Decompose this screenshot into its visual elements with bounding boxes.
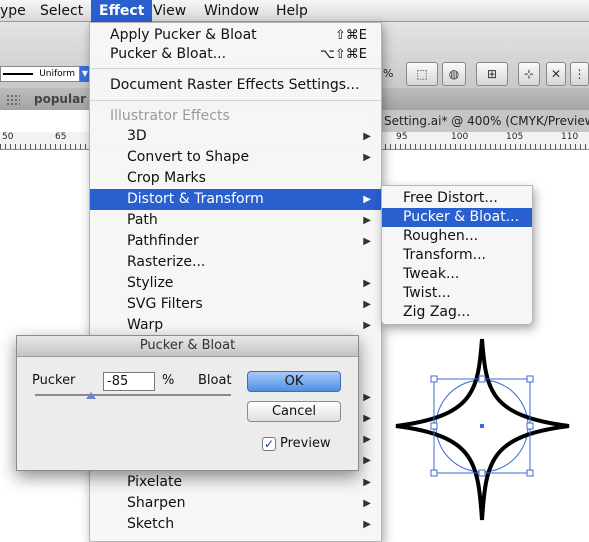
preview-checkbox[interactable]: ✓ bbox=[262, 437, 276, 451]
submenu-arrow-icon: ▶ bbox=[363, 299, 371, 310]
menu-help[interactable]: Help bbox=[268, 0, 316, 22]
select-similar-icon[interactable]: ⬚ bbox=[406, 62, 438, 86]
isolate-icon[interactable]: ✕ bbox=[546, 62, 566, 86]
submenu-arrow-icon: ▶ bbox=[363, 392, 371, 403]
submenu-item-pucker-bloat[interactable]: Pucker & Bloat... bbox=[382, 208, 532, 227]
dialog-title[interactable]: Pucker & Bloat bbox=[17, 336, 358, 357]
submenu-arrow-icon: ▶ bbox=[363, 215, 371, 226]
pucker-label: Pucker bbox=[32, 373, 76, 388]
recolor-artwork-icon[interactable]: ◍ bbox=[442, 62, 466, 86]
ruler-number: 110 bbox=[561, 132, 579, 142]
shortcut-label: ⇧⌘E bbox=[334, 28, 367, 43]
submenu-arrow-icon: ▶ bbox=[363, 455, 371, 466]
menu-view[interactable]: View bbox=[145, 0, 194, 22]
transform-icon[interactable]: ⊹ bbox=[518, 62, 540, 86]
ruler-number: 95 bbox=[396, 132, 408, 142]
handle[interactable] bbox=[478, 469, 486, 477]
handle[interactable] bbox=[478, 375, 486, 383]
stroke-profile-field[interactable]: Uniform bbox=[0, 66, 80, 82]
ruler-number: 100 bbox=[451, 132, 469, 142]
pucker-bloat-dialog: Pucker & Bloat Pucker -85 % Bloat OK Can… bbox=[16, 335, 359, 471]
pucker-bloat-slider[interactable] bbox=[35, 394, 231, 396]
menu-item-svg-filters[interactable]: SVG Filters ▶ bbox=[90, 294, 381, 315]
stroke-profile-label: Uniform bbox=[39, 69, 75, 79]
grid-options-icon[interactable]: ⋮ bbox=[570, 62, 589, 86]
opacity-percent-label: % bbox=[383, 67, 394, 80]
submenu-item-transform[interactable]: Transform... bbox=[382, 246, 532, 265]
menu-item-stylize[interactable]: Stylize ▶ bbox=[90, 273, 381, 294]
submenu-arrow-icon: ▶ bbox=[363, 236, 371, 247]
menu-item-pucker-bloat-last[interactable]: Pucker & Bloat... ⌥⇧⌘E bbox=[90, 44, 381, 65]
menu-item-crop-marks[interactable]: Crop Marks bbox=[90, 168, 381, 189]
handle[interactable] bbox=[430, 469, 438, 477]
menu-item-sharpen[interactable]: Sharpen ▶ bbox=[90, 493, 381, 514]
menu-item-convert-to-shape[interactable]: Convert to Shape ▶ bbox=[90, 147, 381, 168]
menu-item-pathfinder[interactable]: Pathfinder ▶ bbox=[90, 231, 381, 252]
menu-item-warp[interactable]: Warp ▶ bbox=[90, 315, 381, 336]
document-tab[interactable]: Setting.ai* @ 400% (CMYK/Preview) bbox=[370, 110, 589, 132]
submenu-arrow-icon: ▶ bbox=[363, 477, 371, 488]
menu-window[interactable]: Window bbox=[196, 0, 267, 22]
shortcut-label: ⌥⇧⌘E bbox=[319, 47, 367, 62]
menu-select[interactable]: Select bbox=[32, 0, 91, 22]
submenu-arrow-icon: ▶ bbox=[363, 278, 371, 289]
distort-transform-submenu: Free Distort... Pucker & Bloat... Roughe… bbox=[381, 185, 533, 325]
preview-label: Preview bbox=[280, 436, 331, 451]
menu-item-path[interactable]: Path ▶ bbox=[90, 210, 381, 231]
handle[interactable] bbox=[526, 422, 534, 430]
submenu-arrow-icon: ▶ bbox=[363, 194, 371, 205]
align-options-icon[interactable]: ⊞ bbox=[476, 62, 508, 86]
menu-item-raster-settings[interactable]: Document Raster Effects Settings... bbox=[90, 75, 381, 96]
artwork-star[interactable] bbox=[393, 336, 573, 526]
submenu-item-tweak[interactable]: Tweak... bbox=[382, 265, 532, 284]
menu-effect[interactable]: Effect bbox=[91, 0, 153, 22]
menu-item-sketch[interactable]: Sketch ▶ bbox=[90, 514, 381, 535]
ruler-number: 105 bbox=[506, 132, 524, 142]
menu-item-pixelate[interactable]: Pixelate ▶ bbox=[90, 472, 381, 493]
menu-bar: ype Select Effect View Window Help bbox=[0, 0, 589, 22]
menu-separator bbox=[90, 68, 381, 69]
menu-type[interactable]: ype bbox=[0, 0, 34, 22]
menu-item-apply-pucker-bloat[interactable]: Apply Pucker & Bloat ⇧⌘E bbox=[90, 25, 381, 46]
menu-item-3d[interactable]: 3D ▶ bbox=[90, 126, 381, 147]
grid-icon[interactable] bbox=[6, 94, 20, 106]
submenu-arrow-icon: ▶ bbox=[363, 131, 371, 142]
submenu-arrow-icon: ▶ bbox=[363, 519, 371, 530]
menu-item-distort-transform[interactable]: Distort & Transform ▶ bbox=[90, 189, 381, 210]
submenu-item-twist[interactable]: Twist... bbox=[382, 284, 532, 303]
handle[interactable] bbox=[430, 422, 438, 430]
bloat-label: Bloat bbox=[198, 373, 232, 388]
percent-label: % bbox=[162, 373, 175, 388]
submenu-arrow-icon: ▶ bbox=[363, 152, 371, 163]
panel-label[interactable]: popular bbox=[34, 92, 86, 106]
menu-header-illustrator-effects: Illustrator Effects bbox=[110, 108, 230, 124]
submenu-item-free-distort[interactable]: Free Distort... bbox=[382, 189, 532, 208]
handle[interactable] bbox=[526, 375, 534, 383]
stroke-line-icon bbox=[3, 73, 33, 75]
cancel-button[interactable]: Cancel bbox=[247, 401, 341, 422]
pucker-star-path bbox=[395, 338, 570, 521]
submenu-arrow-icon: ▶ bbox=[363, 320, 371, 331]
submenu-arrow-icon: ▶ bbox=[363, 498, 371, 509]
menu-separator bbox=[90, 100, 381, 101]
submenu-arrow-icon: ▶ bbox=[363, 413, 371, 424]
submenu-item-roughen[interactable]: Roughen... bbox=[382, 227, 532, 246]
handle[interactable] bbox=[430, 375, 438, 383]
amount-input[interactable]: -85 bbox=[103, 372, 155, 391]
center-point bbox=[480, 424, 484, 428]
slider-thumb[interactable] bbox=[86, 392, 97, 399]
ruler-number: 50 bbox=[2, 132, 14, 142]
menu-item-rasterize[interactable]: Rasterize... bbox=[90, 252, 381, 273]
ok-button[interactable]: OK bbox=[247, 371, 341, 392]
submenu-item-zig-zag[interactable]: Zig Zag... bbox=[382, 303, 532, 322]
submenu-arrow-icon: ▶ bbox=[363, 434, 371, 445]
ruler-number: 65 bbox=[55, 132, 67, 142]
handle[interactable] bbox=[526, 469, 534, 477]
